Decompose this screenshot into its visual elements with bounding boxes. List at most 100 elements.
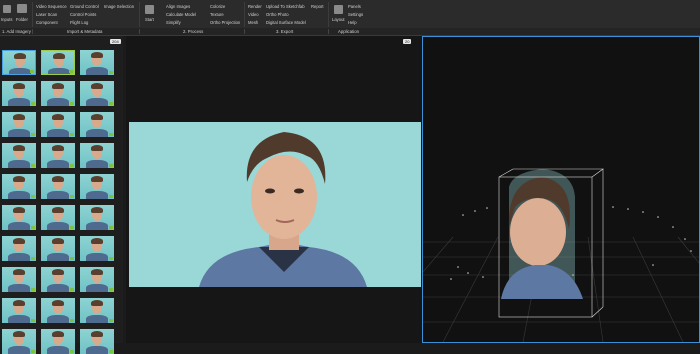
layout-icon[interactable] (334, 5, 343, 14)
image-thumbnail[interactable] (41, 81, 75, 106)
3d-scene (362, 168, 700, 343)
image-thumbnail[interactable] (80, 174, 114, 199)
section-process: 2. Process (183, 29, 204, 34)
image-thumbnail[interactable] (80, 81, 114, 106)
check-icon (109, 257, 113, 260)
texture-button[interactable]: Texture (210, 12, 224, 17)
image-thumbnail[interactable] (41, 143, 75, 168)
check-icon (70, 164, 74, 167)
image-thumbnail[interactable] (41, 329, 75, 354)
laser-scan-button[interactable]: Laser Scan (36, 12, 57, 17)
video-sequence-button[interactable]: Video Sequence (36, 4, 67, 9)
check-icon (70, 257, 74, 260)
check-icon (109, 71, 113, 74)
image-thumbnail[interactable] (2, 174, 36, 199)
ribbon-toolbar: Inputs Folder Video Sequence Laser Scan … (0, 0, 700, 29)
component-button[interactable]: Component (36, 20, 58, 25)
digital-surface-model-button[interactable]: Digital Surface Model (266, 20, 306, 25)
image-thumbnail[interactable] (80, 267, 114, 292)
image-thumbnail[interactable] (2, 81, 36, 106)
colorize-button[interactable]: Colorize (210, 4, 225, 9)
3d-scene-viewer[interactable] (362, 36, 700, 343)
check-icon (31, 319, 35, 322)
image-thumbnail[interactable] (41, 298, 75, 323)
image-thumbnail[interactable] (80, 329, 114, 354)
image-thumbnail[interactable] (41, 174, 75, 199)
settings-button[interactable]: Settings (348, 12, 363, 17)
image-thumbnail[interactable] (41, 205, 75, 230)
check-icon (69, 70, 73, 73)
check-icon (31, 133, 35, 136)
simplify-button[interactable]: Simplify (166, 20, 181, 25)
reconstructed-model (501, 169, 583, 299)
section-application: Application (338, 29, 360, 34)
check-icon (31, 226, 35, 229)
check-icon (109, 350, 113, 353)
ortho-photo-button[interactable]: Ortho Photo (266, 12, 289, 17)
image-thumbnail[interactable] (80, 298, 114, 323)
control-points-button[interactable]: Control Points (70, 12, 96, 17)
image-thumbnail[interactable] (2, 112, 36, 137)
image-thumbnail[interactable] (80, 112, 114, 137)
check-icon (109, 226, 113, 229)
align-images-button[interactable]: Align Images (166, 4, 190, 9)
image-thumbnail[interactable] (2, 236, 36, 261)
start-button[interactable]: Start (145, 17, 154, 22)
image-thumbnail[interactable] (2, 298, 36, 323)
check-icon (30, 70, 34, 73)
image-thumbnail[interactable] (2, 143, 36, 168)
portrait-image (129, 122, 421, 287)
image-thumbnail[interactable] (2, 267, 36, 292)
image-count-badge: 204 (110, 39, 121, 44)
image-thumbnail[interactable] (41, 267, 75, 292)
calculate-model-button[interactable]: Calculate Model (166, 12, 196, 17)
image-thumbnail[interactable] (41, 236, 75, 261)
help-button[interactable]: Help (348, 20, 357, 25)
image-selection-button[interactable]: Image Selection (104, 4, 134, 9)
check-icon (70, 133, 74, 136)
ribbon-section-bar: 1. Add Imagery Import & Metadata 2. Proc… (0, 28, 700, 36)
report-button[interactable]: Report (311, 4, 324, 9)
start-icon[interactable] (145, 5, 154, 14)
image-thumbnail[interactable] (80, 236, 114, 261)
viewer-index-badge: 20 (403, 39, 412, 44)
ground-control-button[interactable]: Ground Control (70, 4, 99, 9)
check-icon (109, 133, 113, 136)
image-thumbnail[interactable] (80, 205, 114, 230)
check-icon (70, 319, 74, 322)
check-icon (70, 288, 74, 291)
image-list-panel[interactable]: 204 (0, 36, 123, 354)
render-button[interactable]: Render (248, 4, 262, 9)
flight-log-button[interactable]: Flight Log (70, 20, 88, 25)
ortho-projection-button[interactable]: Ortho Projection (210, 20, 240, 25)
image-thumbnail[interactable] (80, 143, 114, 168)
check-icon (31, 195, 35, 198)
video-button[interactable]: Video (248, 12, 259, 17)
check-icon (70, 226, 74, 229)
upload-to-sketchfab-button[interactable]: Upload To Sketchfab (266, 4, 305, 9)
inputs-button[interactable]: Inputs (1, 17, 12, 22)
mesh-button[interactable]: Mesh (248, 20, 258, 25)
image-thumbnail[interactable] (41, 112, 75, 137)
image-thumbnail[interactable] (2, 205, 36, 230)
layout-button[interactable]: Layout (332, 17, 345, 22)
check-icon (31, 350, 35, 353)
selected-photo (129, 122, 421, 287)
section-import-metadata: Import & Metadata (67, 29, 103, 34)
image-thumbnail[interactable] (41, 50, 75, 75)
check-icon (109, 288, 113, 291)
check-icon (31, 288, 35, 291)
check-icon (31, 164, 35, 167)
image-thumbnail[interactable] (80, 50, 114, 75)
check-icon (109, 102, 113, 105)
inputs-icon[interactable] (3, 5, 11, 13)
image-thumbnail[interactable] (2, 50, 36, 75)
folder-button[interactable]: Folder (16, 17, 28, 22)
image-thumbnail[interactable] (2, 329, 36, 354)
panels-button[interactable]: Panels (348, 4, 361, 9)
check-icon (109, 195, 113, 198)
folder-icon[interactable] (17, 4, 27, 13)
check-icon (31, 257, 35, 260)
check-icon (70, 102, 74, 105)
check-icon (70, 350, 74, 353)
